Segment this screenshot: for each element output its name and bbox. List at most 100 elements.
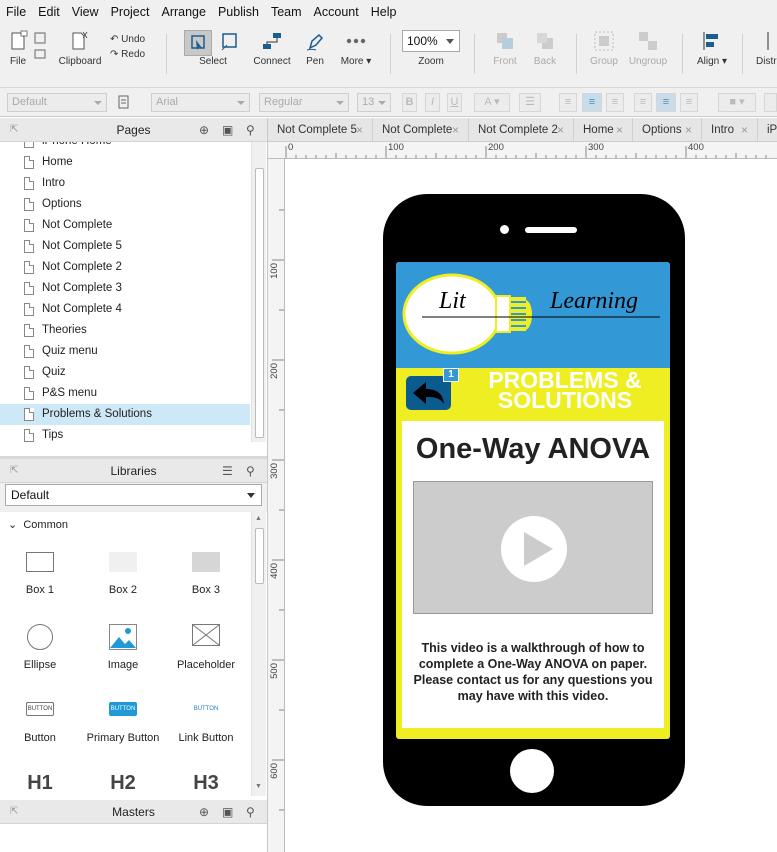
page-item[interactable]: iPhone Home xyxy=(0,142,250,152)
redo-button[interactable]: ↷ Redo xyxy=(110,47,154,62)
scrollbar-thumb[interactable] xyxy=(255,168,264,438)
fill-color-button[interactable]: ■ ▾ xyxy=(718,93,756,112)
page-item[interactable]: Not Complete 5 xyxy=(0,236,250,257)
zoom-select[interactable]: 100% xyxy=(402,30,460,52)
phone-frame[interactable]: Lit Learning 1 PROBLEMS & SOLUTIONS One-… xyxy=(383,194,685,806)
page-item[interactable]: Not Complete xyxy=(0,215,250,236)
connect-button[interactable]: Connect xyxy=(252,30,292,67)
menu-help[interactable]: Help xyxy=(365,0,403,24)
valign-middle-button[interactable]: ≡ xyxy=(656,93,676,112)
page-item[interactable]: Quiz menu xyxy=(0,341,250,362)
close-icon[interactable]: × xyxy=(356,118,363,141)
bring-front-button[interactable]: Front xyxy=(490,30,520,67)
library-select[interactable]: Default xyxy=(5,484,262,506)
page-item[interactable]: Quiz xyxy=(0,362,250,383)
align-right-button[interactable]: ≡ xyxy=(606,93,624,112)
menu-team[interactable]: Team xyxy=(265,0,308,24)
search-icon[interactable]: ⚲ xyxy=(246,459,255,483)
tab-home[interactable]: Home × xyxy=(574,118,633,141)
close-icon[interactable]: × xyxy=(741,118,748,141)
bullets-button[interactable]: ☰ xyxy=(519,93,541,112)
format-painter-icon[interactable] xyxy=(118,95,132,110)
close-icon[interactable]: × xyxy=(616,118,623,141)
page-item[interactable]: Home xyxy=(0,152,250,173)
style-select[interactable]: Default xyxy=(7,93,107,112)
font-select[interactable]: Arial xyxy=(151,93,250,112)
page-item[interactable]: Not Complete 2 xyxy=(0,257,250,278)
underline-button[interactable]: U xyxy=(447,93,462,112)
page-item[interactable]: Not Complete 4 xyxy=(0,299,250,320)
menu-icon[interactable]: ☰ xyxy=(222,459,233,483)
pages-scrollbar[interactable] xyxy=(251,142,266,442)
page-item[interactable]: Options xyxy=(0,194,250,215)
widget-image[interactable]: Image xyxy=(83,624,163,671)
widget-h2[interactable]: H2 xyxy=(83,772,163,795)
scrollbar-thumb[interactable] xyxy=(255,528,264,584)
search-icon[interactable]: ⚲ xyxy=(246,118,255,142)
tab-options[interactable]: Options × xyxy=(633,118,702,141)
tab-not-complete-2[interactable]: Not Complete 2 × xyxy=(469,118,574,141)
tab-iphone[interactable]: iPh xyxy=(758,118,777,141)
bold-button[interactable]: B xyxy=(402,93,417,112)
design-canvas[interactable]: Lit Learning 1 PROBLEMS & SOLUTIONS One-… xyxy=(286,160,777,852)
font-size-select[interactable]: 13 xyxy=(357,93,391,112)
menu-publish[interactable]: Publish xyxy=(212,0,265,24)
page-item[interactable]: P&S menu xyxy=(0,383,250,404)
font-weight-select[interactable]: Regular xyxy=(259,93,349,112)
menu-file[interactable]: File xyxy=(0,0,32,24)
italic-button[interactable]: I xyxy=(425,93,440,112)
align-left-button[interactable]: ≡ xyxy=(559,93,577,112)
widget-ellipse[interactable]: Ellipse xyxy=(0,624,80,671)
save-icon-button[interactable] xyxy=(32,32,48,65)
widget-box3[interactable]: Box 3 xyxy=(166,552,246,596)
widget-button[interactable]: BUTTON Button xyxy=(0,702,80,744)
distribute-button[interactable]: Distri xyxy=(756,30,777,67)
ungroup-button[interactable]: Ungroup xyxy=(626,30,670,67)
close-icon[interactable]: × xyxy=(557,118,564,141)
menu-view[interactable]: View xyxy=(66,0,105,24)
pen-button[interactable]: Pen xyxy=(300,30,330,67)
valign-bottom-button[interactable]: ≡ xyxy=(680,93,698,112)
file-button[interactable]: File xyxy=(6,30,30,67)
select-button[interactable]: Select xyxy=(180,30,246,67)
tab-not-complete-5[interactable]: Not Complete 5 × xyxy=(268,118,373,141)
close-icon[interactable]: × xyxy=(452,118,459,141)
page-item[interactable]: Intro xyxy=(0,173,250,194)
libraries-scrollbar[interactable]: ▲ ▼ xyxy=(251,512,266,796)
widget-primary-button[interactable]: BUTTON Primary Button xyxy=(83,702,163,744)
page-item[interactable]: Tips xyxy=(0,425,250,446)
add-folder-icon[interactable]: ▣ xyxy=(222,118,233,142)
menu-arrange[interactable]: Arrange xyxy=(155,0,211,24)
widget-h1[interactable]: H1 xyxy=(0,772,80,795)
section-common[interactable]: ⌄ Common xyxy=(8,518,68,531)
line-color-button[interactable] xyxy=(764,93,777,112)
pin-icon[interactable]: ⇱ xyxy=(10,118,18,142)
menu-project[interactable]: Project xyxy=(105,0,156,24)
tab-intro[interactable]: Intro × xyxy=(702,118,758,141)
widget-box2[interactable]: Box 2 xyxy=(83,552,163,596)
tab-not-complete[interactable]: Not Complete × xyxy=(373,118,469,141)
undo-button[interactable]: ↶ Undo xyxy=(110,32,154,47)
phone-home-button[interactable] xyxy=(510,749,554,793)
menu-edit[interactable]: Edit xyxy=(32,0,66,24)
valign-top-button[interactable]: ≡ xyxy=(634,93,652,112)
align-button[interactable]: Align ▾ xyxy=(694,30,730,67)
add-master-icon[interactable]: ⊕ xyxy=(199,800,209,824)
video-player[interactable] xyxy=(413,481,653,614)
scroll-up-icon[interactable]: ▲ xyxy=(255,515,262,522)
group-button[interactable]: Group xyxy=(588,30,620,67)
widget-placeholder[interactable]: Placeholder xyxy=(166,624,246,671)
add-page-icon[interactable]: ⊕ xyxy=(199,118,209,142)
search-icon[interactable]: ⚲ xyxy=(246,800,255,824)
play-icon[interactable] xyxy=(500,515,568,583)
align-center-button[interactable]: ≡ xyxy=(582,93,602,112)
page-item-selected[interactable]: Problems & Solutions xyxy=(0,404,250,425)
more-button[interactable]: More ▾ xyxy=(338,30,374,67)
page-item[interactable]: Theories xyxy=(0,320,250,341)
widget-link-button[interactable]: BUTTON Link Button xyxy=(166,702,246,744)
send-back-button[interactable]: Back xyxy=(530,30,560,67)
clipboard-button[interactable]: Clipboard xyxy=(56,30,104,67)
add-folder-icon[interactable]: ▣ xyxy=(222,800,233,824)
close-icon[interactable]: × xyxy=(685,118,692,141)
scroll-down-icon[interactable]: ▼ xyxy=(255,783,262,790)
